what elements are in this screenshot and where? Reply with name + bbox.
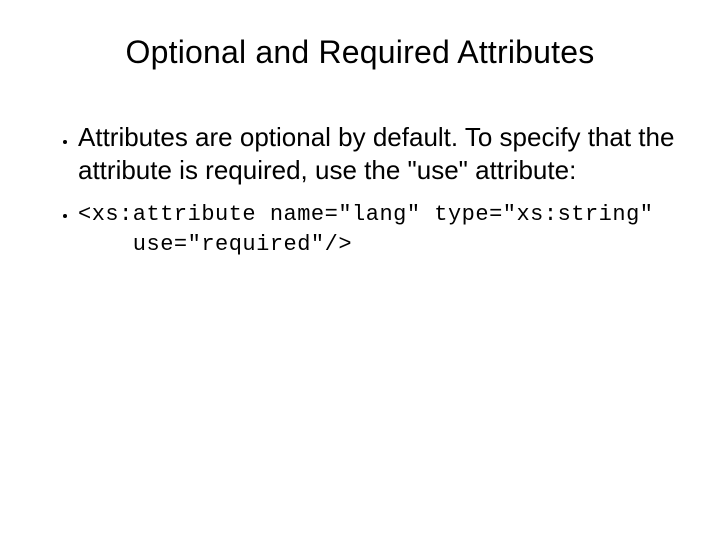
slide-title: Optional and Required Attributes — [40, 34, 680, 71]
slide: Optional and Required Attributes Attribu… — [0, 0, 720, 540]
list-item: <xs:attribute name="lang" type="xs:strin… — [78, 200, 680, 259]
paragraph-text: Attributes are optional by default. To s… — [78, 121, 680, 186]
code-snippet: <xs:attribute name="lang" type="xs:strin… — [78, 200, 680, 259]
list-item: Attributes are optional by default. To s… — [78, 121, 680, 186]
bullet-list: Attributes are optional by default. To s… — [40, 121, 680, 259]
